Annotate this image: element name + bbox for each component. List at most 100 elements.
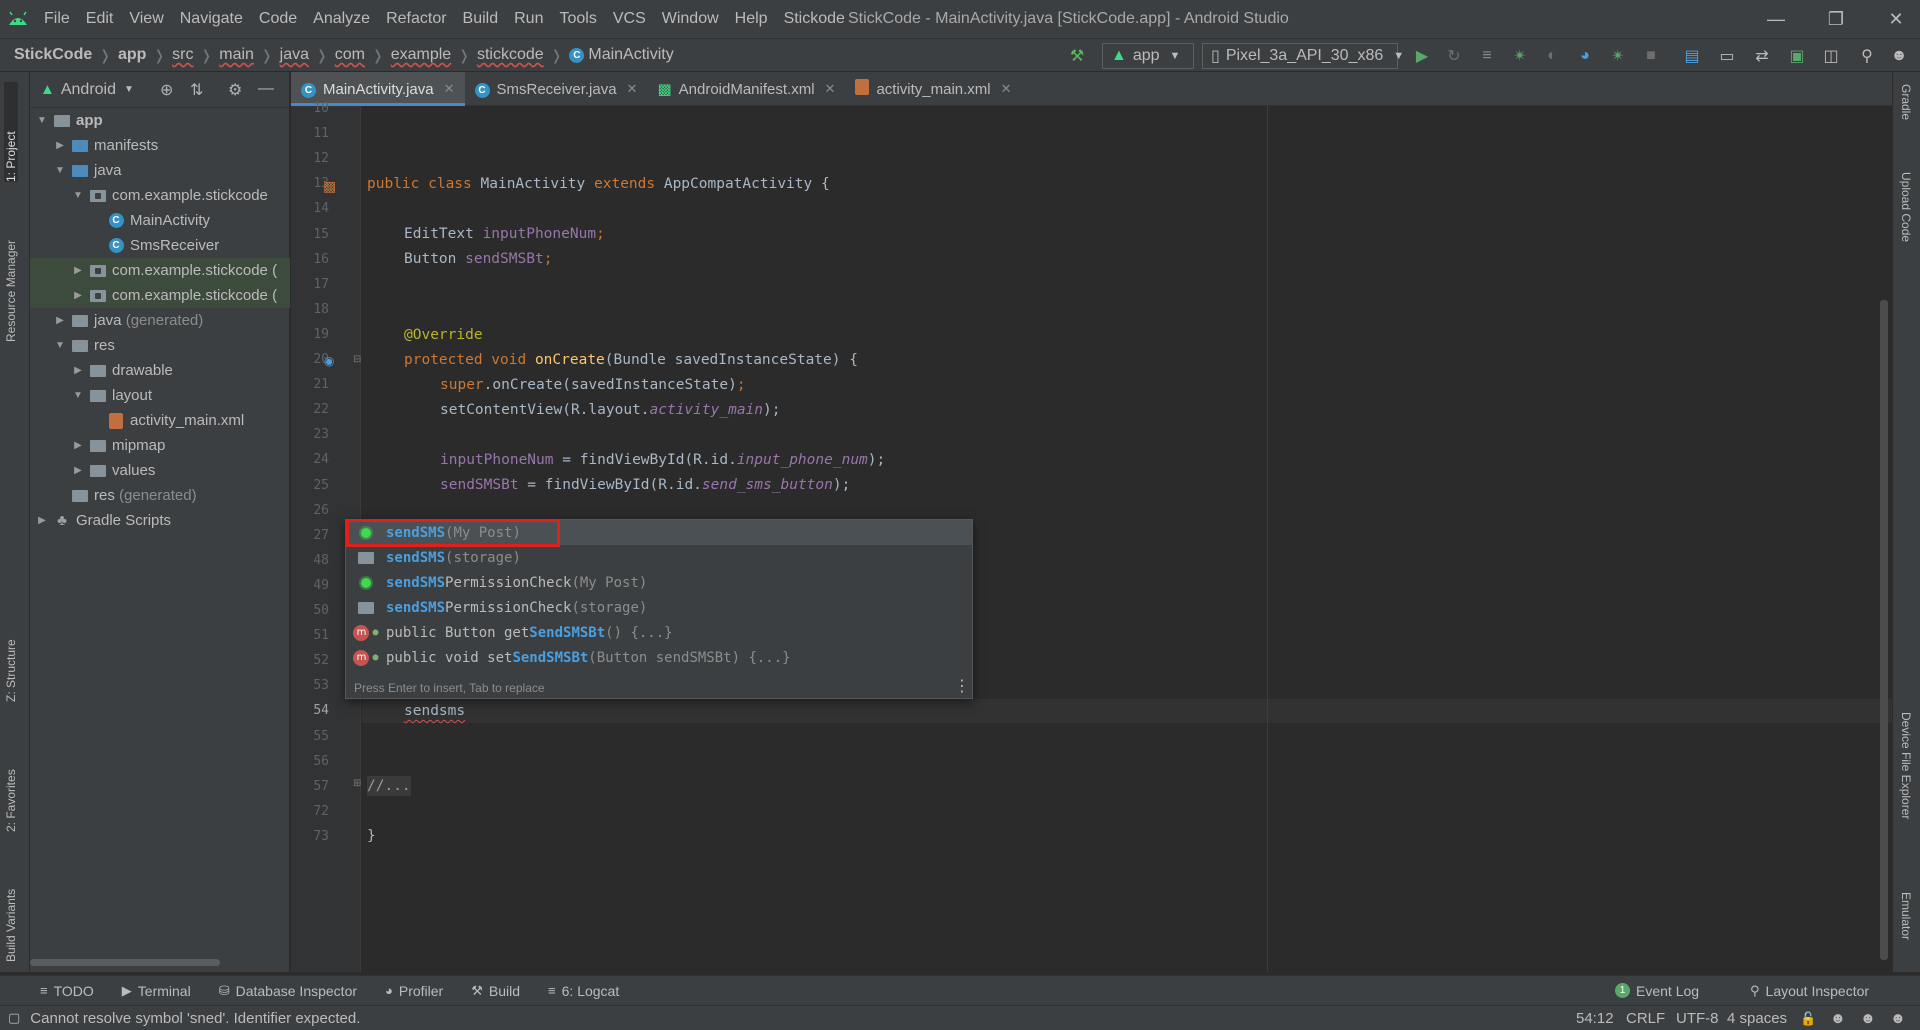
search-icon[interactable]: ⚲	[1856, 45, 1878, 67]
tree-item-smsreceiver[interactable]: C SmsReceiver	[30, 233, 290, 258]
menu-edit[interactable]: Edit	[78, 0, 122, 38]
close-icon[interactable]: ✕	[627, 81, 638, 97]
tree-item-res[interactable]: ▼ res	[30, 333, 290, 358]
minimize-icon[interactable]: —	[1746, 0, 1806, 38]
breadcrumb-com[interactable]: com	[331, 46, 369, 64]
tool-button-profiler[interactable]: ◕ Profiler	[385, 983, 443, 999]
inspection-icon[interactable]: ☻	[1830, 1006, 1846, 1030]
gear-icon[interactable]: ⚙	[228, 80, 242, 100]
breadcrumb-stickcode[interactable]: stickcode	[473, 46, 548, 64]
breadcrumb-java[interactable]: java	[276, 46, 313, 64]
file-encoding[interactable]: UTF-8	[1676, 1006, 1719, 1030]
line-separator[interactable]: CRLF	[1626, 1006, 1665, 1030]
breadcrumb-app[interactable]: app	[114, 46, 150, 64]
apply-changes-icon[interactable]: ≡	[1476, 45, 1498, 67]
hide-tool-windows-icon[interactable]: ▢	[8, 1010, 20, 1026]
vertical-scrollbar[interactable]	[1880, 300, 1888, 960]
expand-arrow-icon[interactable]: ▼	[70, 190, 86, 201]
tool-tab-project[interactable]: 1: Project	[4, 82, 18, 182]
more-options-icon[interactable]: ⋮	[954, 676, 970, 696]
coverage-icon[interactable]: ◐	[1541, 45, 1563, 67]
tool-button-logcat[interactable]: ≡ 6: Logcat	[548, 983, 619, 999]
tree-item-layout[interactable]: ▼ layout	[30, 383, 290, 408]
menu-help[interactable]: Help	[727, 0, 776, 38]
collapse-arrow-icon[interactable]: ▶	[70, 265, 86, 276]
hide-panel-icon[interactable]: —	[258, 80, 274, 98]
tool-tab-gradle[interactable]: Gradle	[1899, 84, 1913, 120]
expand-arrow-icon[interactable]: ▼	[52, 165, 68, 176]
tool-button-database-inspector[interactable]: ⛁ Database Inspector	[219, 983, 357, 999]
rerun-icon[interactable]: ↻	[1443, 45, 1465, 67]
tree-item-package-androidtest[interactable]: ▶ com.example.stickcode (	[30, 258, 290, 283]
tree-item-java-generated[interactable]: ▶ java (generated)	[30, 308, 290, 333]
code-line-57-folded[interactable]: //...	[367, 776, 411, 796]
lock-icon[interactable]: 🔓	[1800, 1006, 1816, 1030]
tab-androidmanifest-xml[interactable]: ▩ AndroidManifest.xml ✕	[647, 72, 845, 106]
collapse-arrow-icon[interactable]: ▶	[70, 465, 86, 476]
tree-item-mainactivity[interactable]: C MainActivity	[30, 208, 290, 233]
tree-item-gradle-scripts[interactable]: ▶ ♣ Gradle Scripts	[30, 508, 290, 533]
collapse-arrow-icon[interactable]: ▶	[70, 440, 86, 451]
stop-icon[interactable]: ■	[1640, 45, 1662, 67]
menu-stickode[interactable]: Stickode	[776, 0, 853, 38]
close-icon[interactable]: ✕	[444, 81, 455, 97]
menu-code[interactable]: Code	[251, 0, 305, 38]
tree-item-manifests[interactable]: ▶ manifests	[30, 133, 290, 158]
expand-arrow-icon[interactable]: ▼	[70, 390, 86, 401]
tool-tab-resource-manager[interactable]: Resource Manager	[4, 202, 18, 342]
tree-item-activity-main-xml[interactable]: activity_main.xml	[30, 408, 290, 433]
tool-button-terminal[interactable]: ▶ Terminal	[122, 983, 191, 999]
run-config-select[interactable]: ▲ app ▼	[1102, 43, 1194, 69]
breadcrumb-src[interactable]: src	[168, 46, 197, 64]
menu-file[interactable]: File	[36, 0, 78, 38]
collapse-arrow-icon[interactable]: ▶	[52, 140, 68, 151]
breadcrumb-project[interactable]: StickCode	[0, 46, 96, 64]
run-icon[interactable]: ▶	[1411, 45, 1433, 67]
tree-item-package[interactable]: ▼ com.example.stickcode	[30, 183, 290, 208]
menu-vcs[interactable]: VCS	[605, 0, 654, 38]
tool-tab-upload-code[interactable]: Upload Code	[1899, 172, 1913, 242]
collapse-arrow-icon[interactable]: ▶	[34, 515, 50, 526]
menu-refactor[interactable]: Refactor	[378, 0, 454, 38]
tool-button-layout-inspector[interactable]: ⚲ Layout Inspector	[1750, 983, 1869, 999]
breadcrumb-mainactivity[interactable]: MainActivity	[584, 46, 677, 64]
gradle-sync-icon[interactable]: ⇄	[1751, 45, 1773, 67]
close-icon[interactable]: ✕	[1001, 81, 1012, 97]
collapse-arrow-icon[interactable]: ▶	[70, 365, 86, 376]
tree-item-mipmap[interactable]: ▶ mipmap	[30, 433, 290, 458]
tab-smsreceiver-java[interactable]: C SmsReceiver.java ✕	[465, 72, 648, 106]
tree-item-values[interactable]: ▶ values	[30, 458, 290, 483]
account-icon[interactable]: ☻	[1888, 45, 1910, 67]
sync-project-icon[interactable]: ▤	[1681, 45, 1703, 67]
tree-item-res-generated[interactable]: res (generated)	[30, 483, 290, 508]
completion-item[interactable]: m ● public Button get SendSMSBt() {...}	[346, 620, 972, 645]
menu-window[interactable]: Window	[654, 0, 727, 38]
sdk-manager-icon[interactable]: ◫	[1820, 45, 1842, 67]
completion-item[interactable]: sendSMS PermissionCheck (My Post)	[346, 570, 972, 595]
expand-arrow-icon[interactable]: ▼	[52, 340, 68, 351]
avd-manager-icon[interactable]: ▭	[1716, 45, 1738, 67]
implements-icon[interactable]: ▩	[323, 178, 336, 195]
indent-setting[interactable]: 4 spaces	[1727, 1006, 1787, 1030]
collapse-arrow-icon[interactable]: ▶	[70, 290, 86, 301]
completion-item[interactable]: m ● public void set SendSMSBt (Button sendS…	[346, 645, 972, 670]
profile-icon[interactable]: ◕	[1574, 45, 1596, 67]
breadcrumb-main[interactable]: main	[215, 46, 258, 64]
menu-analyze[interactable]: Analyze	[305, 0, 378, 38]
locate-icon[interactable]: ⊕	[160, 80, 173, 100]
tab-activity-main-xml[interactable]: activity_main.xml ✕	[845, 72, 1021, 106]
override-method-icon[interactable]: ◉	[324, 354, 334, 368]
close-window-icon[interactable]: ✕	[1866, 0, 1920, 38]
notifications-icon[interactable]: ☻	[1890, 1006, 1906, 1030]
tool-tab-device-file-explorer[interactable]: Device File Explorer	[1899, 712, 1913, 819]
device-manager-icon[interactable]: ▣	[1786, 45, 1808, 67]
feedback-icon[interactable]: ☻	[1860, 1006, 1876, 1030]
collapse-all-icon[interactable]: ⇅	[190, 80, 203, 100]
menu-tools[interactable]: Tools	[551, 0, 604, 38]
hammer-icon[interactable]: ⚒	[1066, 45, 1088, 67]
tree-item-app[interactable]: ▼ app	[30, 108, 290, 133]
tool-button-todo[interactable]: ≡ TODO	[40, 983, 94, 999]
menu-navigate[interactable]: Navigate	[172, 0, 251, 38]
completion-item[interactable]: sendSMS PermissionCheck (storage)	[346, 595, 972, 620]
tree-item-drawable[interactable]: ▶ drawable	[30, 358, 290, 383]
